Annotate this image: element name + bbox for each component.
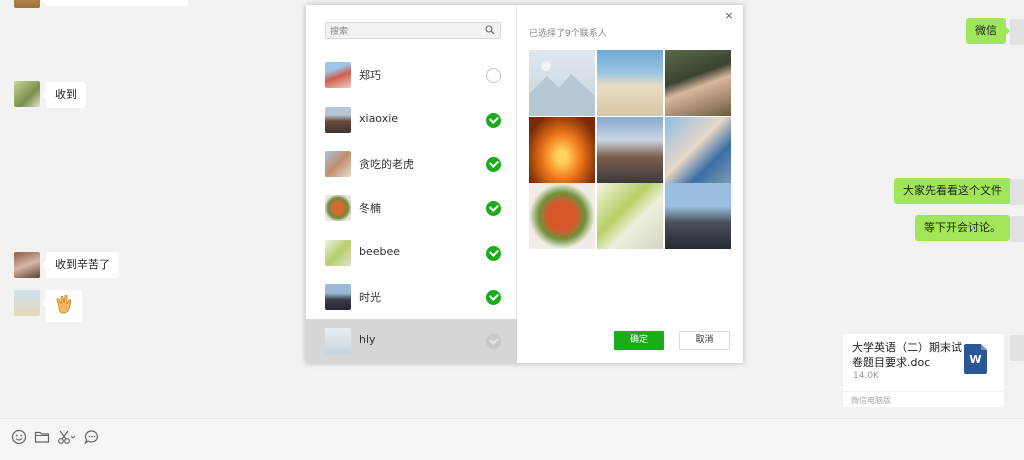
selected-contact-avatar[interactable] — [529, 50, 595, 116]
message-bubble[interactable]: 收到 — [42, 82, 86, 108]
unchecked-circle-icon[interactable] — [486, 68, 501, 83]
contact-item[interactable]: 郑巧 — [306, 53, 517, 97]
checked-circle-icon[interactable] — [486, 157, 501, 172]
message-bubble[interactable]: 收到辛苦了 — [42, 252, 119, 278]
selected-contact-avatar[interactable] — [597, 117, 663, 183]
contact-avatar — [325, 240, 351, 266]
checked-circle-icon[interactable] — [486, 334, 501, 349]
checked-circle-icon[interactable] — [486, 113, 501, 128]
contact-avatar — [325, 151, 351, 177]
contact-list-panel: 搜索 郑巧 xiaoxie 贪吃的老虎 冬楠 beebee 时光 hly — [306, 5, 517, 363]
word-document-icon: W — [964, 344, 987, 374]
contact-item[interactable]: beebee — [306, 231, 517, 275]
scissors-icon[interactable] — [57, 429, 77, 445]
message-text: 收到 — [55, 88, 77, 101]
contact-avatar — [325, 195, 351, 221]
my-avatar[interactable] — [1010, 335, 1024, 361]
message-text: 收到辛苦了 — [55, 258, 110, 271]
my-avatar[interactable] — [1010, 179, 1024, 205]
contact-name: 贪吃的老虎 — [359, 158, 414, 171]
message-bubble-partial — [41, 0, 188, 6]
image-placeholder-icon — [529, 61, 595, 116]
checked-circle-icon[interactable] — [486, 201, 501, 216]
contact-item[interactable]: 贪吃的老虎 — [306, 142, 517, 186]
contact-avatar — [325, 328, 351, 354]
file-source: 微信电脑版 — [843, 391, 1004, 407]
my-avatar[interactable] — [1010, 19, 1024, 45]
input-toolbar — [0, 418, 1024, 460]
contact-name: 冬楠 — [359, 202, 381, 215]
contact-item[interactable]: xiaoxie — [306, 98, 517, 142]
confirm-button[interactable]: 确定 — [614, 331, 664, 350]
selected-contact-avatar[interactable] — [665, 183, 731, 249]
cancel-button[interactable]: 取消 — [679, 331, 730, 350]
contact-name: hly — [359, 333, 376, 346]
folder-icon[interactable] — [34, 429, 50, 445]
message-text: 等下开会讨论。 — [924, 221, 1001, 234]
sticker-bubble[interactable] — [42, 290, 82, 322]
message-text: 大家先看看这个文件 — [903, 184, 1002, 197]
selected-contact-avatar[interactable] — [529, 117, 595, 183]
search-icon[interactable] — [485, 25, 495, 35]
message-bubble[interactable]: 等下开会讨论。 — [915, 215, 1014, 241]
message-bubble[interactable]: 大家先看看这个文件 — [894, 178, 1015, 204]
contact-name: 郑巧 — [359, 69, 381, 82]
selected-contacts-panel: × 已选择了9个联系人 确定 取消 — [517, 5, 743, 363]
file-name: 大学英语（二）期末试卷题目要求.doc — [852, 341, 962, 369]
checked-circle-icon[interactable] — [486, 290, 501, 305]
close-icon[interactable]: × — [723, 9, 735, 23]
contact-item[interactable]: 冬楠 — [306, 186, 517, 230]
selected-count-title: 已选择了9个联系人 — [529, 29, 607, 39]
file-size: 14.0K — [853, 371, 879, 381]
search-input[interactable]: 搜索 — [325, 22, 501, 39]
my-avatar[interactable] — [1010, 216, 1024, 242]
contact-avatar — [325, 62, 351, 88]
hand-sticker-icon — [56, 294, 72, 314]
contact-avatar — [325, 107, 351, 133]
contact-item-selected[interactable]: hly — [306, 319, 517, 363]
file-message-card[interactable]: 大学英语（二）期末试卷题目要求.doc 14.0K W 微信电脑版 — [843, 334, 1004, 407]
chat-history-icon[interactable] — [84, 429, 100, 445]
checked-circle-icon[interactable] — [486, 246, 501, 261]
selected-contact-avatar[interactable] — [597, 50, 663, 116]
selected-contact-avatar[interactable] — [665, 117, 731, 183]
contact-name: 时光 — [359, 291, 381, 304]
emoji-icon[interactable] — [11, 429, 27, 445]
search-placeholder: 搜索 — [330, 27, 349, 37]
message-bubble[interactable]: 微信 — [966, 18, 1010, 44]
selected-contact-avatar[interactable] — [597, 183, 663, 249]
contact-avatar — [325, 284, 351, 310]
selected-contact-avatar[interactable] — [665, 50, 731, 116]
selected-contact-avatar[interactable] — [529, 183, 595, 249]
contact-name: xiaoxie — [359, 112, 399, 125]
message-text: 微信 — [975, 24, 997, 37]
contact-name: beebee — [359, 245, 401, 258]
contact-item[interactable]: 时光 — [306, 275, 517, 319]
forward-contacts-dialog: 搜索 郑巧 xiaoxie 贪吃的老虎 冬楠 beebee 时光 hly × 已… — [306, 5, 743, 363]
